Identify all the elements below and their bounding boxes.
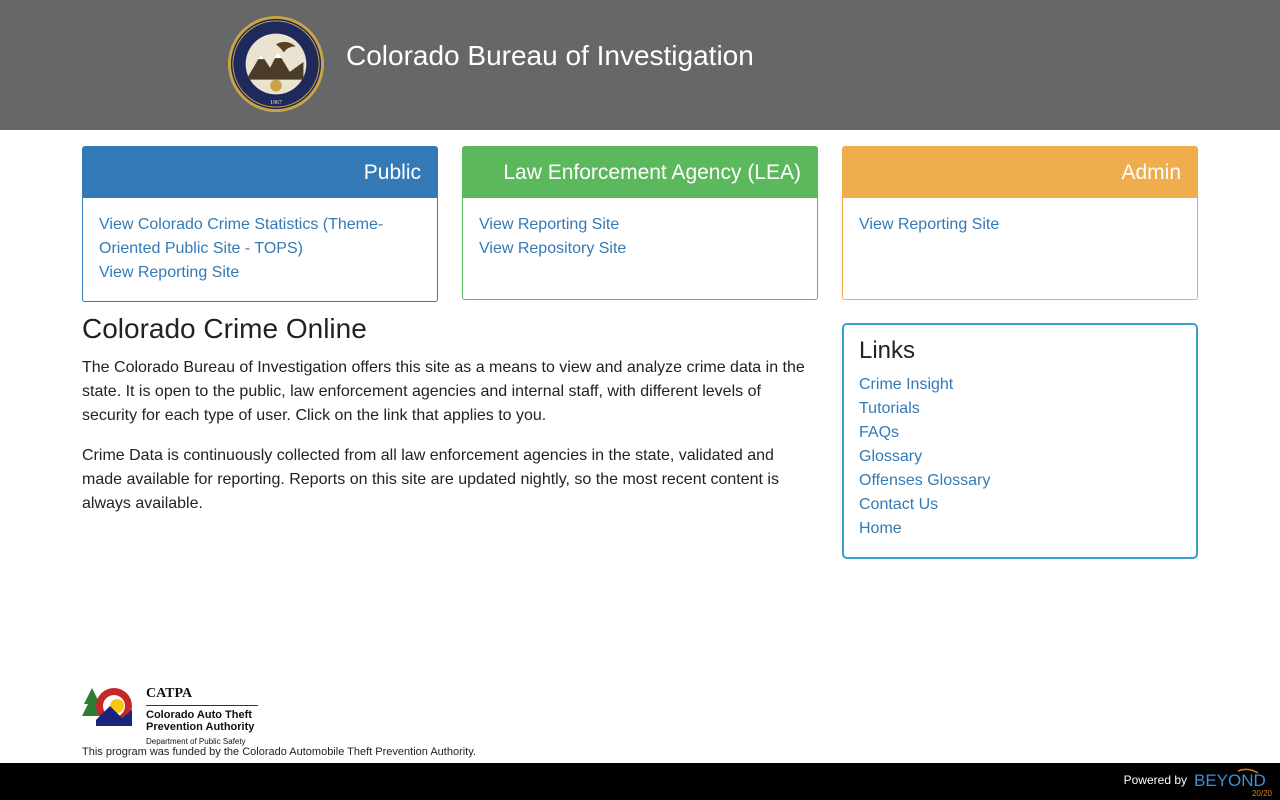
links-panel: Links Crime Insight Tutorials FAQs Gloss… — [842, 323, 1198, 559]
beyond-suffix-text: 20/20 — [1252, 789, 1273, 797]
link-offenses-glossary[interactable]: Offenses Glossary — [859, 469, 1181, 493]
powered-by-label: Powered by — [1123, 773, 1187, 787]
admin-card-header: Admin — [843, 147, 1197, 198]
seal-year: 1967 — [270, 100, 282, 106]
link-contact-us[interactable]: Contact Us — [859, 493, 1181, 517]
lea-link-repository-site[interactable]: View Repository Site — [479, 237, 801, 261]
catpa-logo: CATPA Colorado Auto Theft Prevention Aut… — [82, 686, 282, 746]
link-tutorials[interactable]: Tutorials — [859, 397, 1181, 421]
beyond-2020-logo[interactable]: BEYOND 20/20 — [1192, 767, 1274, 797]
intro-paragraph-2: Crime Data is continuously collected fro… — [82, 447, 779, 512]
link-faqs[interactable]: FAQs — [859, 421, 1181, 445]
site-footer: Powered by BEYOND 20/20 — [0, 763, 1280, 800]
intro-paragraph-1: The Colorado Bureau of Investigation off… — [82, 359, 805, 424]
site-title: Colorado Bureau of Investigation — [346, 40, 754, 71]
catpa-acronym: CATPA — [146, 686, 193, 701]
admin-card: Admin View Reporting Site — [842, 146, 1198, 300]
link-crime-insight[interactable]: Crime Insight — [859, 373, 1181, 397]
link-home[interactable]: Home — [859, 517, 1181, 541]
link-glossary[interactable]: Glossary — [859, 445, 1181, 469]
intro-heading: Colorado Crime Online — [82, 313, 367, 344]
beyond-brand-text: BEYOND — [1194, 771, 1266, 790]
catpa-name-line1: Colorado Auto Theft — [146, 709, 252, 721]
public-link-reporting-site[interactable]: View Reporting Site — [99, 261, 421, 285]
lea-card: Law Enforcement Agency (LEA) View Report… — [462, 146, 818, 300]
site-header: 1967 Colorado Bureau of Investigation — [0, 0, 1280, 130]
public-link-tops[interactable]: View Colorado Crime Statistics (Theme-Or… — [99, 213, 421, 261]
catpa-emblem-icon — [82, 688, 132, 726]
public-card: Public View Colorado Crime Statistics (T… — [82, 146, 438, 302]
catpa-divider — [146, 705, 258, 706]
catpa-name-line2: Prevention Authority — [146, 721, 255, 733]
lea-card-header: Law Enforcement Agency (LEA) — [463, 147, 817, 198]
cbi-seal-logo: 1967 — [227, 15, 325, 113]
public-card-header: Public — [83, 147, 437, 198]
admin-link-reporting-site[interactable]: View Reporting Site — [859, 213, 1181, 237]
funding-note: This program was funded by the Colorado … — [82, 746, 476, 758]
intro-section: Colorado Crime Online The Colorado Burea… — [82, 312, 817, 532]
lea-link-reporting-site[interactable]: View Reporting Site — [479, 213, 801, 237]
links-heading: Links — [859, 337, 916, 364]
